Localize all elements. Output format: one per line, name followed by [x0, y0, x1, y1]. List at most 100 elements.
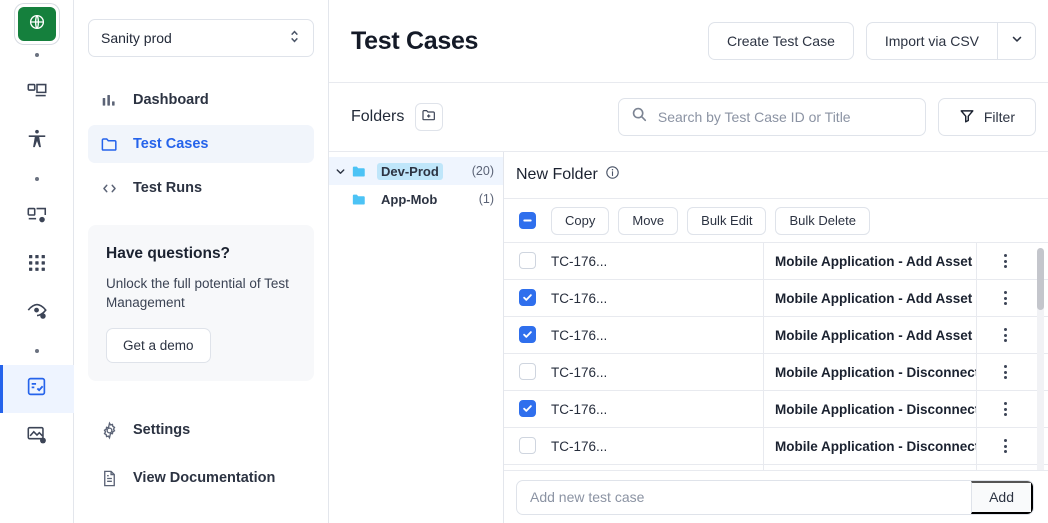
kebab-menu-icon [977, 291, 1035, 305]
app-root: Sanity prod Dashboard [0, 0, 1048, 523]
rail-item-device-settings[interactable] [0, 193, 74, 241]
row-test-case-id: TC-176... [551, 280, 764, 317]
table-title-bar: New Folder [504, 152, 1048, 198]
row-checkbox[interactable] [519, 400, 536, 417]
table-row[interactable]: TC-176... Mobile Application - Add Asset… [504, 317, 1048, 354]
rail-item-eye-settings[interactable] [0, 289, 74, 337]
row-test-case-title [764, 465, 977, 471]
chevron-down-icon[interactable] [329, 165, 351, 178]
sidebar-item-label: View Documentation [133, 470, 275, 486]
rail-item-accessibility[interactable] [0, 117, 74, 165]
new-folder-button[interactable] [415, 103, 443, 131]
test-management-icon [26, 376, 47, 402]
accessibility-person-icon [26, 128, 48, 155]
row-menu-button[interactable] [976, 428, 1034, 465]
table-row[interactable]: TC-176... Mobile Application - Disconnec… [504, 428, 1048, 465]
table-row[interactable]: TC-176... Mobile Application - Disconnec… [504, 354, 1048, 391]
row-test-case-title: Mobile Application - Add Asset - Form ..… [764, 317, 977, 354]
row-menu-button[interactable] [976, 280, 1034, 317]
rail-item-image-settings[interactable] [0, 413, 74, 461]
move-button[interactable]: Move [618, 207, 678, 235]
folder-icon [351, 191, 371, 208]
table-toolbar-row: Copy Move Bulk Edit Bulk Delete [504, 199, 1048, 243]
row-select-cell [504, 243, 551, 280]
table-row[interactable]: TC-176... Mobile Application - Add Asset… [504, 280, 1048, 317]
copy-button[interactable]: Copy [551, 207, 609, 235]
row-test-case-id: TC-176... [551, 391, 764, 428]
row-test-case-title: Mobile Application - Disconnected - Ha..… [764, 391, 977, 428]
rail-item-app-grid[interactable] [0, 241, 74, 289]
add-test-case-bar: Add [504, 470, 1048, 523]
table-scrollbar-track[interactable] [1037, 248, 1044, 470]
page-title: Test Cases [351, 27, 708, 56]
row-menu-button[interactable] [976, 354, 1034, 391]
folders-label: Folders [351, 108, 404, 126]
main-content: Test Cases Create Test Case Import via C… [329, 0, 1048, 523]
row-test-case-title: Mobile Application - Disconnected - Da..… [764, 428, 977, 465]
project-selector[interactable]: Sanity prod [88, 19, 314, 57]
sidebar-item-settings[interactable]: Settings [88, 411, 314, 449]
bulk-delete-button[interactable]: Bulk Delete [775, 207, 869, 235]
row-menu-button[interactable] [976, 391, 1034, 428]
new-folder-icon [421, 107, 437, 128]
row-select-cell [504, 465, 551, 471]
row-checkbox[interactable] [519, 326, 536, 343]
funnel-icon [959, 108, 975, 127]
add-button[interactable]: Add [971, 481, 1033, 514]
chevron-updown-icon [288, 28, 301, 48]
select-all-cell [504, 199, 551, 243]
sidebar-item-dashboard[interactable]: Dashboard [88, 81, 314, 119]
kebab-menu-icon [977, 402, 1035, 416]
row-checkbox[interactable] [519, 363, 536, 380]
table-scroll-region[interactable]: Copy Move Bulk Edit Bulk Delete [504, 198, 1048, 470]
rail-item-device-screen[interactable] [0, 69, 74, 117]
bulk-edit-button[interactable]: Bulk Edit [687, 207, 766, 235]
sidebar-nav-list: Dashboard Test Cases Test Runs [88, 81, 314, 207]
select-all-checkbox[interactable] [519, 212, 536, 229]
row-test-case-title: Mobile Application - Add Asset - Name... [764, 243, 977, 280]
row-test-case-id: TC-176... [551, 317, 764, 354]
sidebar-item-test-cases[interactable]: Test Cases [88, 125, 314, 163]
project-selector-value: Sanity prod [101, 30, 288, 46]
device-settings-icon [26, 204, 48, 231]
row-menu-button[interactable] [976, 243, 1034, 280]
table-row[interactable]: TC-176... Mobile Application - Add Asset… [504, 243, 1048, 280]
add-test-case-input[interactable] [517, 489, 971, 505]
bulk-actions-toolbar: Copy Move Bulk Edit Bulk Delete [551, 207, 976, 235]
row-menu-button[interactable] [976, 317, 1034, 354]
import-via-csv-button[interactable]: Import via CSV [866, 22, 998, 60]
info-icon[interactable] [605, 165, 620, 185]
folder-tree-row-dev-prod[interactable]: Dev-Prod (20) [329, 157, 503, 185]
rail-item-test-management[interactable] [0, 365, 74, 413]
row-test-case-title: Mobile Application - Add Asset - Form ..… [764, 280, 977, 317]
search-input[interactable] [658, 109, 913, 125]
row-checkbox[interactable] [519, 289, 536, 306]
globe-icon [28, 13, 46, 36]
app-logo-button[interactable] [18, 7, 56, 41]
get-a-demo-button[interactable]: Get a demo [106, 328, 211, 363]
device-screen-icon [26, 80, 48, 107]
rail-separator-dot-3 [0, 337, 74, 365]
row-test-case-id [551, 465, 764, 471]
filter-button[interactable]: Filter [938, 98, 1036, 136]
row-select-cell [504, 354, 551, 391]
search-icon [631, 106, 648, 128]
promo-title: Have questions? [106, 245, 296, 263]
folder-tree-row-app-mob[interactable]: App-Mob (1) [329, 185, 503, 213]
rail-separator-dot [0, 41, 74, 69]
sidebar-item-test-runs[interactable]: Test Runs [88, 169, 314, 207]
row-checkbox[interactable] [519, 252, 536, 269]
search-box[interactable] [618, 98, 926, 136]
table-row[interactable]: TC-176... Mobile Application - Disconnec… [504, 391, 1048, 428]
create-test-case-button[interactable]: Create Test Case [708, 22, 854, 60]
sidebar-item-view-documentation[interactable]: View Documentation [88, 459, 314, 497]
row-checkbox[interactable] [519, 437, 536, 454]
import-dropdown-toggle[interactable] [998, 22, 1036, 60]
folder-name: Dev-Prod [377, 163, 443, 180]
row-select-cell [504, 317, 551, 354]
sidebar: Sanity prod Dashboard [74, 0, 329, 523]
table-title: New Folder [516, 166, 598, 184]
table-scrollbar-thumb[interactable] [1037, 248, 1044, 310]
row-test-case-id: TC-176... [551, 428, 764, 465]
sidebar-item-label: Test Runs [133, 180, 202, 196]
